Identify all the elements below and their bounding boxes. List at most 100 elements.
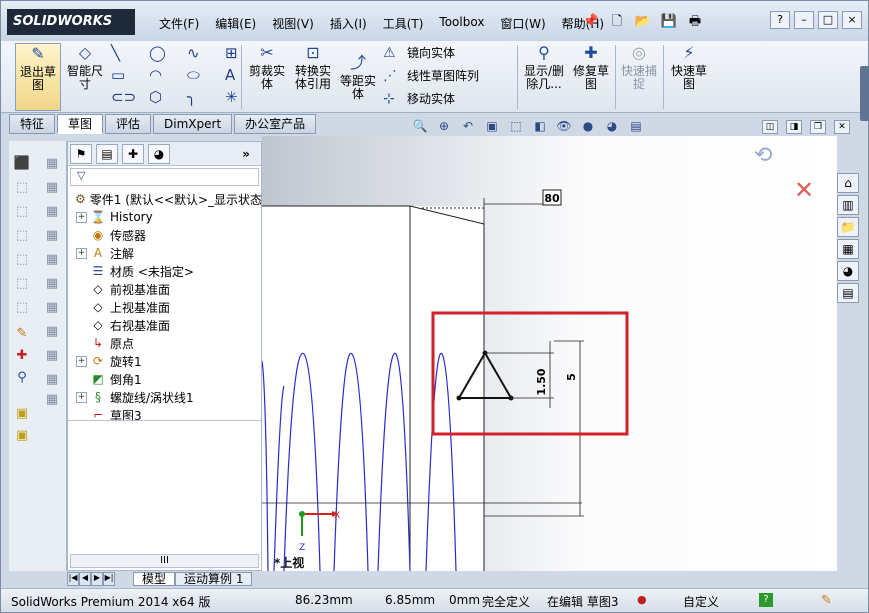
mirror-button[interactable]: ⚠ 镜向实体 <box>383 44 455 61</box>
tree-node-helix1[interactable]: + § 螺旋线/涡状线1 <box>72 388 260 406</box>
show-delete-relations-button[interactable]: ⚲ 显示/删除几... <box>521 43 567 91</box>
grid-icon[interactable]: ▦ <box>43 391 61 409</box>
dimension-5[interactable]: 5 <box>565 373 578 381</box>
display-style-icon[interactable]: ◧ <box>531 118 549 134</box>
grid-icon[interactable]: ▦ <box>43 155 61 173</box>
cube-icon[interactable]: ⬚ <box>13 275 31 293</box>
expand-icon[interactable]: + <box>76 247 87 259</box>
dimension-80[interactable]: 80 <box>544 192 560 205</box>
tab-dimxpert[interactable]: DimXpert <box>153 114 233 134</box>
layer-icon[interactable]: ▣ <box>13 405 31 423</box>
menu-file[interactable]: 文件(F) <box>151 15 207 32</box>
maximize-button[interactable]: □ <box>818 11 838 29</box>
tree-node-revolve1[interactable]: + ⟳ 旋转1 <box>72 352 260 370</box>
minimize-button[interactable]: – <box>794 11 814 29</box>
tree-node-chamfer1[interactable]: ◩ 倒角1 <box>72 370 260 388</box>
filter-field[interactable]: ▽ <box>70 168 259 186</box>
cube-icon[interactable]: ⬚ <box>13 227 31 245</box>
viewport-maximize-icon[interactable]: ❐ <box>810 120 826 134</box>
tab-model[interactable]: 模型 <box>133 572 176 586</box>
tree-root[interactable]: ⚙ 零件1 (默认<<默认>_显示状态 <box>72 190 262 208</box>
horizontal-scrollbar[interactable]: III <box>70 554 259 568</box>
relations-icon[interactable]: ⚲ <box>13 369 31 387</box>
appearance-icon[interactable]: ◕ <box>837 261 859 281</box>
grid-icon[interactable]: ▦ <box>43 323 61 341</box>
smart-dimension-button[interactable]: ◇ 智能尺寸 <box>63 43 107 91</box>
move-button[interactable]: ⊹ 移动实体 <box>383 90 455 107</box>
grid-icon[interactable]: ▦ <box>43 371 61 389</box>
grid-icon[interactable]: ▦ <box>43 203 61 221</box>
tab-features[interactable]: 特征 <box>9 114 56 134</box>
tree-node-annotations[interactable]: + A 注解 <box>72 244 260 262</box>
folder-icon[interactable]: 📁 <box>837 217 859 237</box>
sketch-point[interactable] <box>456 395 462 401</box>
cube-icon[interactable]: ⬚ <box>13 203 31 221</box>
hide-show-icon[interactable]: 👁 <box>555 118 573 134</box>
grid-icon[interactable]: ▦ <box>43 227 61 245</box>
previous-view-icon[interactable]: ↶ <box>459 118 477 134</box>
expand-icon[interactable]: + <box>76 391 87 403</box>
layer-icon[interactable]: ▣ <box>13 427 31 445</box>
dimension-1-50[interactable]: 1.50 <box>535 368 548 395</box>
offset-button[interactable]: ⤴ 等距实体 <box>337 53 379 101</box>
custom-properties-icon[interactable]: ▤ <box>837 283 859 303</box>
tree-node-sensors[interactable]: ◉ 传感器 <box>72 226 260 244</box>
pin-icon[interactable]: 📌 <box>581 12 601 32</box>
tree-node-top-plane[interactable]: ◇ 上视基准面 <box>72 298 260 316</box>
expand-icon[interactable]: + <box>76 211 87 223</box>
spline-icon[interactable]: ∿ <box>187 44 215 62</box>
grid-icon[interactable]: ▦ <box>43 299 61 317</box>
exit-sketch-button[interactable]: ✎ 退出草图 <box>15 43 61 111</box>
quick-snap-button[interactable]: ◎ 快速捕捉 <box>619 43 659 91</box>
tree-node-right-plane[interactable]: ◇ 右视基准面 <box>72 316 260 334</box>
menu-edit[interactable]: 编辑(E) <box>207 15 264 32</box>
repair-sketch-button[interactable]: ✚ 修复草图 <box>571 43 611 91</box>
viewport-restore-icon[interactable]: ◫ <box>762 120 778 134</box>
trim-button[interactable]: ✂ 剪裁实体 <box>245 43 289 91</box>
property-manager-tab-icon[interactable]: ▤ <box>96 144 118 164</box>
viewport-close-icon[interactable]: ✕ <box>834 120 850 134</box>
sketch-edit-icon[interactable]: ✎ <box>13 325 31 343</box>
tab-sketch[interactable]: 草图 <box>57 114 104 134</box>
line-icon[interactable]: ╲ <box>111 44 139 62</box>
slot-icon[interactable]: ⊂⊃ <box>111 88 139 106</box>
tree-node-front-plane[interactable]: ◇ 前视基准面 <box>72 280 260 298</box>
menu-tools[interactable]: 工具(T) <box>375 15 432 32</box>
rebuild-status-icon[interactable]: ● <box>637 593 647 607</box>
home-icon[interactable]: ⌂ <box>837 173 859 193</box>
menu-view[interactable]: 视图(V) <box>264 15 322 32</box>
appearance-icon[interactable]: ● <box>579 118 597 134</box>
open-folder-icon[interactable]: 📂 <box>633 12 653 32</box>
expand-icon[interactable]: + <box>76 355 87 367</box>
display-manager-tab-icon[interactable]: ◕ <box>148 144 170 164</box>
convert-button[interactable]: ⊡ 转换实体引用 <box>293 43 333 91</box>
grid-icon[interactable]: ▦ <box>43 347 61 365</box>
close-button[interactable]: × <box>842 11 862 29</box>
menu-window[interactable]: 窗口(W) <box>492 15 553 32</box>
tree-node-origin[interactable]: ↳ 原点 <box>72 334 260 352</box>
cube-icon[interactable]: ⬛ <box>13 155 31 173</box>
circle-icon[interactable]: ◯ <box>149 44 177 62</box>
properties-icon[interactable]: ▦ <box>837 239 859 259</box>
repair-icon[interactable]: ✚ <box>13 347 31 365</box>
rebuild-icon[interactable]: ⟲ <box>754 143 772 168</box>
cube-icon[interactable]: ⬚ <box>13 179 31 197</box>
menu-toolbox[interactable]: Toolbox <box>431 15 492 32</box>
feature-tree-tab-icon[interactable]: ⚑ <box>70 144 92 164</box>
tab-office-products[interactable]: 办公室产品 <box>234 114 317 134</box>
task-pane-handle[interactable] <box>860 66 869 121</box>
arc-icon[interactable]: ◠ <box>149 66 177 84</box>
last-tab-button[interactable]: ▶| <box>103 572 115 586</box>
linear-pattern-button[interactable]: ⋰ 线性草图阵列 <box>383 67 479 84</box>
library-icon[interactable]: ▥ <box>837 195 859 215</box>
expand-panel-icon[interactable]: » <box>235 145 257 165</box>
menu-insert[interactable]: 插入(I) <box>322 15 375 32</box>
tab-motion-study[interactable]: 运动算例 1 <box>175 572 253 586</box>
tree-node-material[interactable]: ☰ 材质 <未指定> <box>72 262 260 280</box>
section-view-icon[interactable]: ▣ <box>483 118 501 134</box>
rectangle-icon[interactable]: ▭ <box>111 66 139 84</box>
fillet-icon[interactable]: ╮ <box>187 88 215 106</box>
rapid-sketch-button[interactable]: ⚡ 快速草图 <box>667 43 711 91</box>
zoom-to-fit-icon[interactable]: 🔍 <box>411 118 429 134</box>
grid-icon[interactable]: ▦ <box>43 179 61 197</box>
